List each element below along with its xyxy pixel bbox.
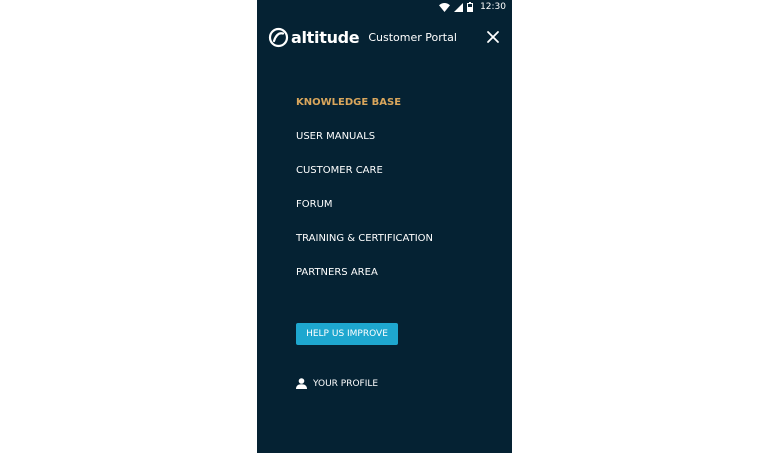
menu-item-forum[interactable]: FORUM: [296, 196, 433, 230]
brand-logo[interactable]: altitude: [268, 27, 360, 48]
menu-item-knowledge-base[interactable]: KNOWLEDGE BASE: [296, 94, 433, 128]
app-header: altitude Customer Portal: [268, 26, 500, 48]
close-icon: [487, 31, 499, 43]
main-menu: KNOWLEDGE BASE USER MANUALS CUSTOMER CAR…: [296, 94, 433, 298]
your-profile-label: YOUR PROFILE: [313, 378, 379, 389]
help-us-improve-button[interactable]: HELP US IMPROVE: [296, 323, 398, 345]
menu-item-training-certification[interactable]: TRAINING & CERTIFICATION: [296, 230, 433, 264]
your-profile-link[interactable]: YOUR PROFILE: [296, 378, 378, 389]
battery-icon: [467, 2, 474, 12]
portal-title: Customer Portal: [368, 31, 457, 44]
signal-icon: [454, 2, 464, 12]
menu-item-user-manuals[interactable]: USER MANUALS: [296, 128, 433, 162]
status-icons: 12:30: [439, 2, 506, 12]
wifi-icon: [439, 2, 451, 12]
menu-item-customer-care[interactable]: CUSTOMER CARE: [296, 162, 433, 196]
altitude-logo-icon: [268, 27, 289, 47]
mobile-nav-drawer: 12:30 altitude Customer Portal KNOWLEDGE…: [257, 0, 512, 453]
menu-item-partners-area[interactable]: PARTNERS AREA: [296, 264, 433, 298]
status-time: 12:30: [480, 2, 506, 12]
user-icon: [296, 378, 307, 389]
status-bar: 12:30: [257, 0, 512, 16]
brand-name: altitude: [291, 27, 360, 47]
close-button[interactable]: [486, 30, 500, 44]
